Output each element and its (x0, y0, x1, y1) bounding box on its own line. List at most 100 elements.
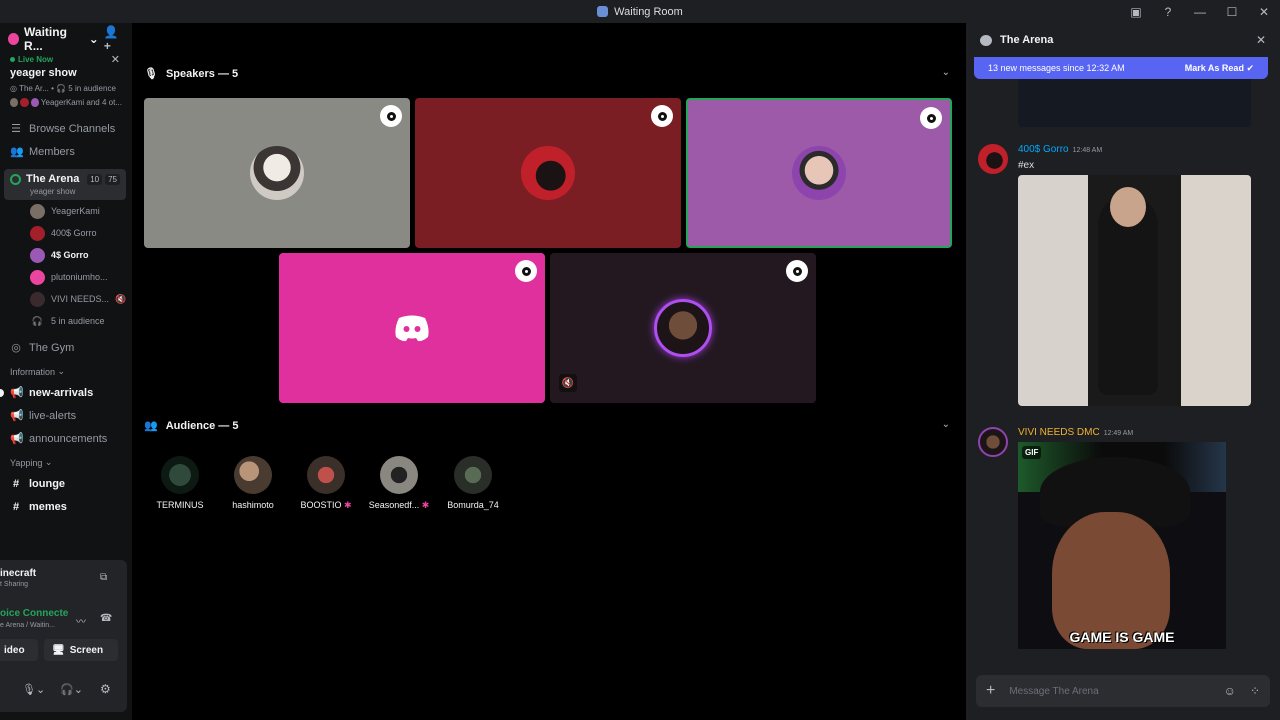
audience-member[interactable]: TERMINUS (145, 456, 215, 510)
category-yapping[interactable]: Yapping ⌄ (0, 450, 132, 472)
audience-header: 👥 Audience — 5 (144, 419, 239, 433)
channel-live-alerts[interactable]: 📢 live-alerts (0, 404, 132, 427)
audience-member[interactable]: Seasonedf... ✱ (364, 456, 434, 511)
avatar (250, 146, 304, 200)
maximize-button[interactable]: ☐ (1216, 5, 1248, 19)
chevron-down-icon[interactable]: ⌄ (942, 419, 950, 430)
avatar[interactable] (978, 427, 1008, 457)
server-icon (8, 33, 20, 45)
speaker-tile[interactable] (415, 98, 681, 248)
title-bar: Waiting Room ▣ ? — ☐ ✕ (0, 0, 1280, 23)
minimize-button[interactable]: — (1184, 5, 1216, 19)
voice-member[interactable]: YeagerKami (0, 200, 132, 222)
moderator-badge-icon (786, 260, 808, 282)
channel-memes[interactable]: # memes (0, 495, 132, 518)
avatar (30, 291, 45, 307)
mark-as-read-button[interactable]: Mark As Read ✔ (1185, 63, 1254, 74)
moderator-badge-icon (651, 105, 673, 127)
chat-header: The Arena ✕ (966, 23, 1280, 57)
voice-connected-channel[interactable]: e Arena / Waitin... (0, 622, 55, 629)
live-now-panel[interactable]: Live Now ✕ yeager show ◎ The Ar... • 🎧 5… (0, 53, 132, 107)
channel-new-arrivals[interactable]: 📢 new-arrivals (0, 381, 132, 404)
voice-member[interactable]: 4$ Gorro (0, 244, 132, 266)
microphone-icon[interactable]: 🎙⌄ (22, 683, 45, 696)
new-messages-bar[interactable]: 13 new messages since 12:32 AM Mark As R… (974, 57, 1268, 79)
avatar (654, 299, 712, 357)
voice-member-list: YeagerKami 400$ Gorro 4$ Gorro plutonium… (0, 200, 132, 332)
disconnect-icon[interactable]: ☎ (100, 613, 112, 624)
screen-share-icon[interactable]: ⧉ (100, 572, 107, 583)
message-composer[interactable]: + Message The Arena ☺ ⁘ (976, 675, 1270, 707)
gif-attachment[interactable]: GIF GAME IS GAME (1018, 442, 1226, 649)
members-icon: 👥 (10, 146, 24, 158)
previous-image-attachment[interactable] (1018, 79, 1251, 127)
close-icon[interactable]: ✕ (111, 53, 120, 66)
avatar (521, 146, 575, 200)
channel-lounge[interactable]: # lounge (0, 472, 132, 495)
gif-label: GIF (1022, 446, 1042, 459)
live-viewers: YeagerKami and 4 ot... (10, 98, 122, 107)
moderator-badge-icon (380, 105, 402, 127)
voice-member[interactable]: 400$ Gorro (0, 222, 132, 244)
screen-button[interactable]: 🖥 Screen (44, 639, 118, 661)
audience-member[interactable]: BOOSTIO ✱ (291, 456, 361, 511)
speakers-header: 🎙 Speakers — 5 (144, 67, 239, 81)
noise-suppression-icon[interactable]: 〰 (76, 613, 86, 628)
avatar[interactable] (978, 144, 1008, 174)
audience-icon: 👥 (144, 420, 158, 432)
apps-icon[interactable]: ⁘ (1250, 684, 1260, 698)
channel-counts: 10 75 (87, 173, 120, 185)
server-header[interactable]: Waiting R... ⌄ 👤+ (0, 23, 132, 55)
voice-member[interactable]: plutoniumho... (0, 266, 132, 288)
live-now-label: Live Now (10, 55, 122, 64)
close-icon[interactable]: ✕ (1256, 33, 1266, 47)
image-attachment[interactable] (1018, 175, 1251, 406)
category-information[interactable]: Information ⌄ (0, 359, 132, 381)
audience-count[interactable]: 🎧 5 in audience (0, 310, 132, 332)
message-author[interactable]: VIVI NEEDS DMC (1018, 427, 1100, 438)
emoji-icon[interactable]: ☺ (1224, 684, 1236, 698)
chevron-down-icon[interactable]: ⌄ (942, 67, 950, 78)
avatar (30, 203, 45, 219)
headphones-icon[interactable]: 🎧⌄ (60, 683, 83, 696)
avatar (30, 269, 45, 285)
audience-member[interactable]: hashimoto (218, 456, 288, 510)
message-input[interactable]: Message The Arena (1009, 686, 1098, 697)
live-channel-info: ◎ The Ar... • 🎧 5 in audience (10, 84, 116, 93)
message-time: 12:49 AM (1103, 430, 1134, 437)
members-link[interactable]: 👥 Members (0, 140, 132, 163)
activity-name: inecraft (0, 568, 37, 579)
chat-bubble-icon (980, 34, 992, 46)
muted-icon: 🔇 (115, 293, 127, 304)
gif-caption: GAME IS GAME (1069, 629, 1175, 645)
message-author[interactable]: 400$ Gorro (1018, 144, 1069, 155)
screen-icon: 🖥 (52, 644, 65, 656)
avatar (30, 247, 45, 263)
voice-member[interactable]: VIVI NEEDS... 🔇 (0, 288, 132, 310)
speaker-tile[interactable]: 🔇 (550, 253, 816, 403)
chevron-down-icon: ⌄ (88, 32, 99, 46)
voice-channel-the-arena[interactable]: The Arena 10 75 yeager show (4, 169, 126, 200)
avatar (380, 456, 418, 494)
audience-member[interactable]: Bomurda_74 (438, 456, 508, 510)
voice-channel-the-gym[interactable]: ◎ The Gym (0, 336, 132, 359)
speaker-tile[interactable] (144, 98, 410, 248)
avatar (307, 456, 345, 494)
speaker-tile-speaking[interactable] (686, 98, 952, 248)
browse-channels-link[interactable]: ☰ Browse Channels (0, 117, 132, 140)
help-icon[interactable]: ? (1152, 5, 1184, 19)
app-icon (597, 6, 609, 17)
inbox-icon[interactable]: ▣ (1120, 5, 1152, 19)
settings-gear-icon[interactable]: ⚙ (100, 682, 111, 696)
close-button[interactable]: ✕ (1248, 5, 1280, 19)
avatar (234, 456, 272, 494)
stage-view: 🎙 Speakers — 5 ⌄ 🔇 👥 Audience — 5 ⌄ TERMIN… (132, 23, 962, 720)
channel-announcements[interactable]: 📢 announcements (0, 427, 132, 450)
channel-subtitle: yeager show (30, 187, 76, 196)
add-attachment-icon[interactable]: + (986, 682, 995, 700)
video-button[interactable]: ideo (0, 639, 38, 661)
voice-status-panel: inecraft t Sharing ⧉ oice Connecte e Are… (0, 560, 127, 712)
speaker-tile[interactable] (279, 253, 545, 403)
add-user-icon[interactable]: 👤+ (104, 25, 124, 53)
avatar (454, 456, 492, 494)
